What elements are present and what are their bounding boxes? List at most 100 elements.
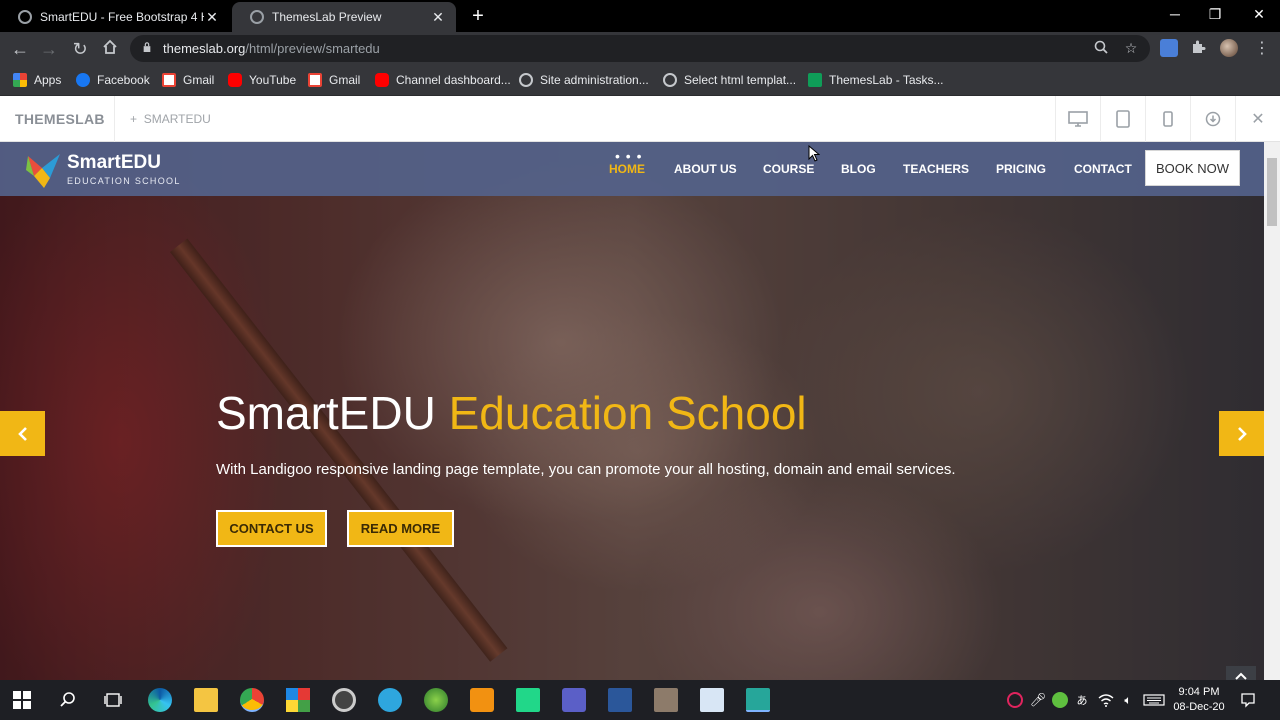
chevron-up-icon: [1235, 672, 1247, 680]
desktop-icon: [1068, 111, 1088, 127]
nav-contact[interactable]: CONTACT: [1074, 162, 1132, 176]
teams-icon[interactable]: [562, 688, 586, 712]
archive-icon[interactable]: [654, 688, 678, 712]
chrome-browser-icon[interactable]: [240, 688, 264, 712]
telegram-icon[interactable]: [378, 688, 402, 712]
site-brand-logo[interactable]: SmartEDU EDUCATION SCHOOL: [24, 148, 194, 192]
bookmark-star-icon[interactable]: ☆: [1122, 40, 1140, 58]
media-player-icon[interactable]: [332, 688, 356, 712]
home-icon[interactable]: [99, 38, 121, 60]
tab-title: SmartEDU - Free Bootstrap 4 HTML: [40, 10, 204, 24]
volume-icon[interactable]: 🔈︎: [1120, 692, 1136, 708]
site-navbar: SmartEDU EDUCATION SCHOOL • • • HOME ABO…: [0, 142, 1264, 196]
url-text: themeslab.org/html/preview/smartedu: [163, 41, 380, 56]
wifi-icon[interactable]: [1098, 692, 1114, 708]
pycharm-icon[interactable]: [516, 688, 540, 712]
browser-tab-strip: SmartEDU - Free Bootstrap 4 HTML ✕ Theme…: [0, 0, 1280, 32]
themeslab-preview-bar: THEMESLAB + SMARTEDU ✕: [0, 96, 1280, 142]
mouse-cursor-icon: [808, 145, 820, 162]
bookmark-youtube[interactable]: YouTube: [228, 72, 296, 88]
website-viewport: SmartEDU EDUCATION SCHOOL • • • HOME ABO…: [0, 142, 1264, 680]
menu-kebab-icon[interactable]: ⋮: [1251, 38, 1273, 60]
download-button[interactable]: [1190, 96, 1235, 142]
slider-next-button[interactable]: [1219, 411, 1264, 456]
address-bar[interactable]: themeslab.org/html/preview/smartedu ☆: [130, 35, 1150, 62]
globe-icon: [519, 73, 533, 87]
tablet-view-button[interactable]: [1100, 96, 1145, 142]
record-icon[interactable]: [1007, 692, 1023, 708]
scrollbar-thumb[interactable]: [1267, 158, 1277, 226]
globe-icon: [250, 10, 264, 24]
close-preview-button[interactable]: ✕: [1235, 96, 1280, 142]
nav-teachers[interactable]: TEACHERS: [903, 162, 969, 176]
bookmark-apps[interactable]: Apps: [13, 72, 61, 88]
forward-icon[interactable]: →: [38, 38, 60, 60]
system-clock[interactable]: 9:04 PM 08-Dec-20: [1168, 685, 1230, 715]
microphone-icon[interactable]: 🎤︎: [1030, 692, 1047, 708]
book-now-button[interactable]: BOOK NOW: [1145, 150, 1240, 186]
lock-icon: [143, 42, 151, 52]
windows-start-icon[interactable]: [10, 688, 34, 712]
translate-icon[interactable]: [1160, 39, 1178, 57]
bookmark-gmail[interactable]: Gmail: [162, 72, 214, 88]
bookmark-facebook[interactable]: Facebook: [76, 72, 150, 88]
youtube-icon: [375, 73, 389, 87]
sheets-app-icon[interactable]: [746, 688, 770, 712]
ime-icon[interactable]: あ: [1074, 692, 1090, 708]
sheets-icon: [808, 73, 822, 87]
breadcrumb[interactable]: + SMARTEDU: [130, 112, 211, 126]
zoom-search-icon[interactable]: [1092, 40, 1110, 58]
back-icon[interactable]: ←: [9, 38, 31, 60]
search-icon[interactable]: [56, 688, 80, 712]
mobile-icon: [1163, 111, 1173, 127]
back-to-top-button[interactable]: [1226, 666, 1256, 680]
bookmark-gmail-2[interactable]: Gmail: [308, 72, 360, 88]
browser-globe-icon[interactable]: [424, 688, 448, 712]
mobile-view-button[interactable]: [1145, 96, 1190, 142]
profile-avatar[interactable]: [1220, 39, 1238, 57]
task-view-icon[interactable]: [101, 688, 125, 712]
outlook-mail-icon[interactable]: [700, 688, 724, 712]
edge-browser-icon[interactable]: [148, 688, 172, 712]
tray-app-icon[interactable]: [1052, 692, 1068, 708]
maximize-icon[interactable]: ❐: [1192, 0, 1238, 30]
reload-icon[interactable]: ↻: [69, 38, 91, 60]
new-tab-button[interactable]: +: [466, 4, 490, 28]
nav-home[interactable]: HOME: [609, 162, 645, 176]
hero-subtitle: With Landigoo responsive landing page te…: [216, 461, 956, 478]
browser-tab-smartedu[interactable]: SmartEDU - Free Bootstrap 4 HTML ✕: [0, 2, 230, 32]
extensions-puzzle-icon[interactable]: [1190, 39, 1208, 57]
facebook-icon: [76, 73, 90, 87]
chevron-left-icon: [17, 426, 27, 441]
nav-pricing[interactable]: PRICING: [996, 162, 1046, 176]
notifications-icon[interactable]: [1240, 692, 1256, 708]
bookmark-themeslab-tasks[interactable]: ThemesLab - Tasks...: [808, 72, 944, 88]
app-tiles-icon[interactable]: [286, 688, 310, 712]
windows-taskbar: 🎤︎ あ 🔈︎ 9:04 PM 08-Dec-20: [0, 680, 1280, 720]
page-scrollbar[interactable]: [1264, 142, 1280, 680]
youtube-icon: [228, 73, 242, 87]
gmail-icon: [162, 73, 176, 87]
close-icon[interactable]: ✕: [204, 9, 220, 26]
browser-tab-themeslab-preview[interactable]: ThemesLab Preview ✕: [232, 2, 456, 32]
sublime-text-icon[interactable]: [470, 688, 494, 712]
file-explorer-icon[interactable]: [194, 688, 218, 712]
nav-blog[interactable]: BLOG: [841, 162, 876, 176]
themeslab-logo[interactable]: THEMESLAB: [15, 111, 105, 127]
word-icon[interactable]: [608, 688, 632, 712]
desktop-view-button[interactable]: [1055, 96, 1100, 142]
close-icon[interactable]: ✕: [430, 9, 446, 26]
bookmark-select-html-template[interactable]: Select html templat...: [663, 72, 796, 88]
bookmark-site-administration[interactable]: Site administration...: [519, 72, 649, 88]
chevron-right-icon: [1237, 426, 1247, 441]
read-more-button[interactable]: READ MORE: [347, 510, 454, 547]
bookmark-channel-dashboard[interactable]: Channel dashboard...: [375, 72, 511, 88]
nav-course[interactable]: COURSE: [763, 162, 814, 176]
apps-grid-icon: [13, 73, 27, 87]
slider-prev-button[interactable]: [0, 411, 45, 456]
close-window-icon[interactable]: ✕: [1236, 0, 1280, 30]
nav-about-us[interactable]: ABOUT US: [674, 162, 737, 176]
contact-us-button[interactable]: CONTACT US: [216, 510, 327, 547]
tablet-icon: [1116, 110, 1130, 128]
keyboard-icon[interactable]: [1142, 692, 1166, 708]
